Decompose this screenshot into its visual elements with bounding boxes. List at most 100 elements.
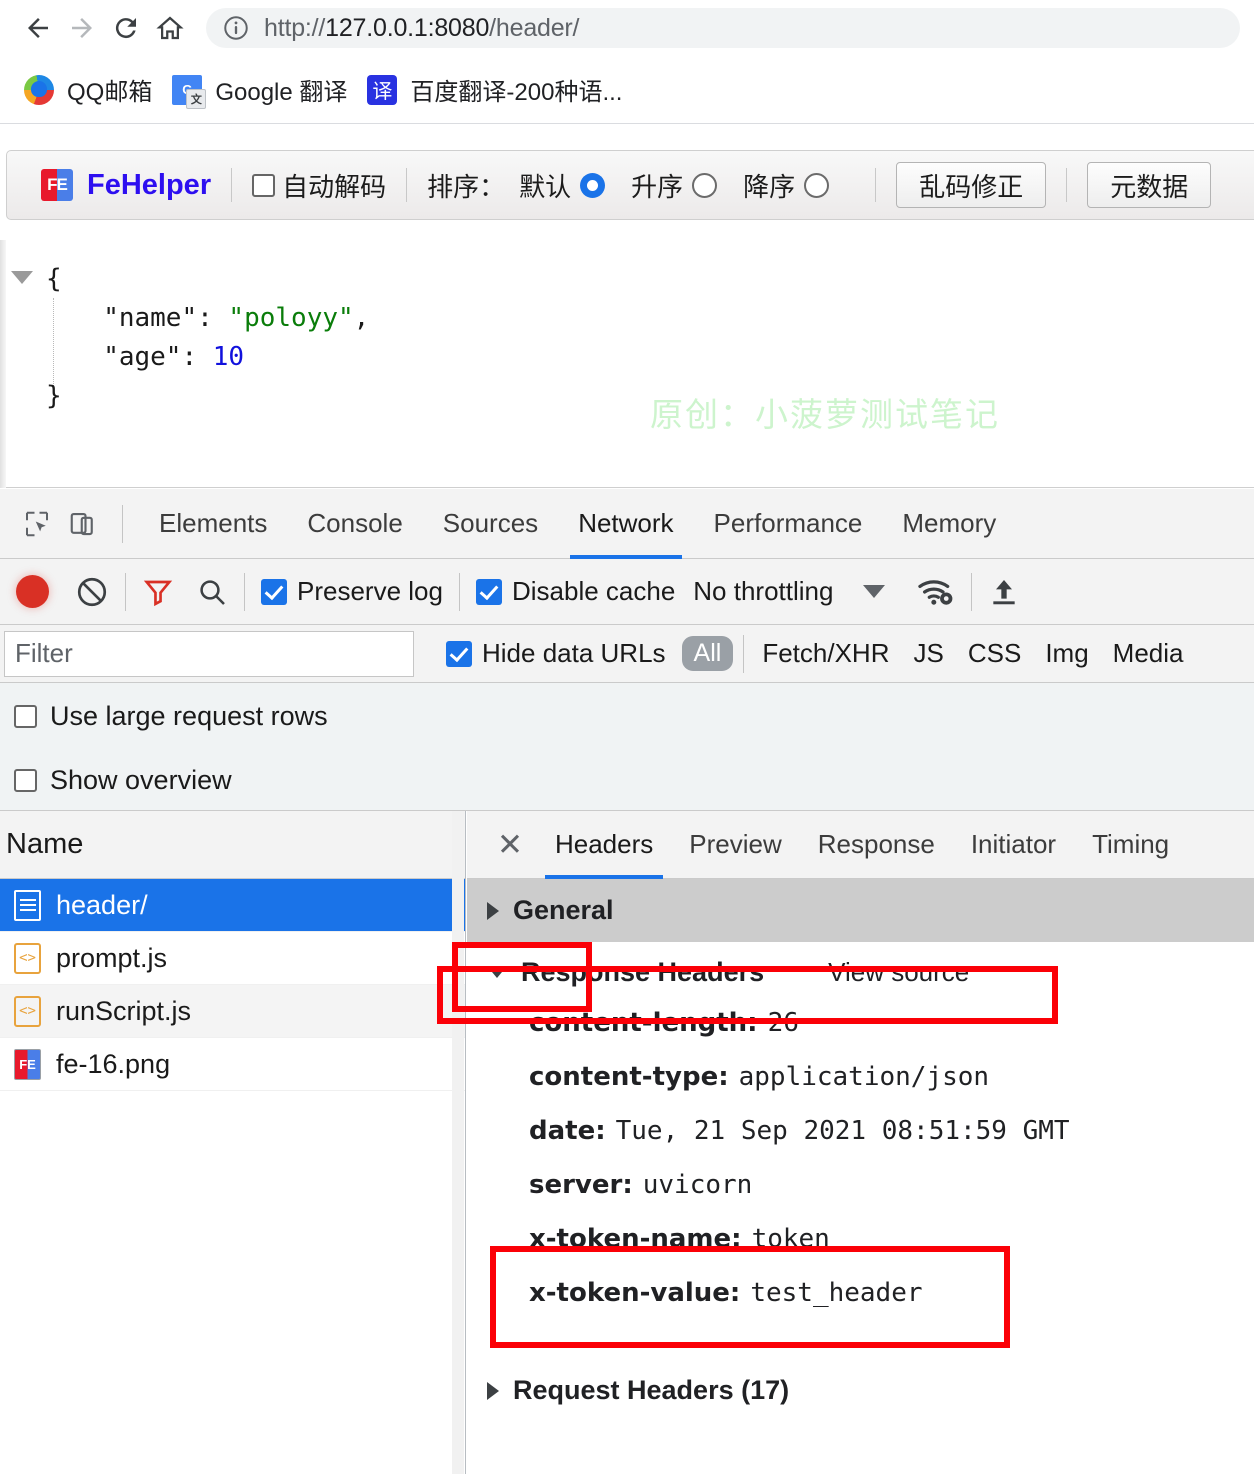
preserve-log-checkbox[interactable]: Preserve log bbox=[261, 576, 443, 607]
qq-mail-icon bbox=[24, 74, 54, 105]
bookmark-qq-mail[interactable]: QQ邮箱 bbox=[14, 66, 162, 114]
checkbox-box[interactable] bbox=[14, 769, 37, 792]
close-icon[interactable]: ✕ bbox=[483, 827, 537, 863]
filter-type-all[interactable]: All bbox=[681, 636, 734, 671]
triangle-down-icon[interactable] bbox=[11, 271, 33, 284]
request-list-scrollbar[interactable] bbox=[452, 811, 464, 1474]
address-bar[interactable]: http://127.0.0.1:8080/header/ bbox=[206, 8, 1240, 48]
tab-network[interactable]: Network bbox=[558, 489, 693, 559]
tab-preview[interactable]: Preview bbox=[671, 811, 799, 879]
json-value-name: "poloyy" bbox=[228, 303, 354, 333]
metadata-button[interactable]: 元数据 bbox=[1087, 162, 1212, 208]
triangle-right-icon bbox=[487, 901, 499, 920]
response-headers-title: Response Headers bbox=[521, 956, 765, 987]
device-toolbar-icon[interactable] bbox=[60, 501, 106, 547]
throttling-select[interactable]: No throttling bbox=[693, 576, 833, 607]
devtools-tabbar: Elements Console Sources Network Perform… bbox=[0, 489, 1254, 559]
response-headers-section-header[interactable]: Response Headers View source bbox=[467, 942, 1254, 1002]
back-button[interactable] bbox=[16, 6, 60, 50]
record-dot-icon[interactable] bbox=[16, 575, 49, 608]
use-large-rows-checkbox[interactable]: Use large request rows bbox=[14, 701, 328, 732]
use-large-rows-label: Use large request rows bbox=[50, 701, 328, 731]
request-row-prompt-js[interactable]: <> prompt.js bbox=[0, 932, 465, 985]
magnifier-icon[interactable] bbox=[196, 576, 228, 608]
request-row-runscript-js[interactable]: <> runScript.js bbox=[0, 985, 465, 1038]
reload-button[interactable] bbox=[104, 6, 148, 50]
hide-data-urls-checkbox[interactable]: Hide data URLs bbox=[446, 638, 666, 669]
hide-data-urls-label: Hide data URLs bbox=[482, 638, 666, 668]
header-name: content-length: bbox=[529, 1008, 758, 1038]
show-overview-checkbox[interactable]: Show overview bbox=[14, 765, 232, 796]
tab-performance[interactable]: Performance bbox=[694, 489, 883, 559]
chevron-down-icon[interactable] bbox=[863, 585, 886, 598]
radio-button[interactable] bbox=[580, 172, 606, 198]
bookmark-google-translate[interactable]: G Google 翻译 bbox=[162, 66, 357, 114]
home-button[interactable] bbox=[148, 6, 192, 50]
clear-prohibited-icon[interactable] bbox=[75, 575, 109, 609]
checkbox-box[interactable] bbox=[446, 640, 472, 667]
filter-type-fetch-xhr[interactable]: Fetch/XHR bbox=[750, 638, 901, 669]
tab-response[interactable]: Response bbox=[800, 811, 953, 879]
header-name: date: bbox=[529, 1116, 606, 1146]
general-section-header[interactable]: General bbox=[467, 879, 1254, 942]
json-content: { "name": "poloyy", "age": 10 } bbox=[46, 260, 369, 416]
bookmark-baidu-translate[interactable]: 译 百度翻译-200种语... bbox=[357, 66, 632, 114]
filter-input[interactable]: Filter bbox=[4, 630, 414, 677]
tab-memory[interactable]: Memory bbox=[882, 489, 1016, 559]
request-headers-section-header[interactable]: Request Headers (17) bbox=[487, 1375, 789, 1406]
show-overview-label: Show overview bbox=[50, 765, 232, 795]
checkbox-box[interactable] bbox=[261, 578, 287, 605]
tab-headers[interactable]: Headers bbox=[537, 811, 671, 879]
tab-elements[interactable]: Elements bbox=[139, 489, 287, 559]
fehelper-name: FeHelper bbox=[87, 168, 212, 201]
column-header-name: Name bbox=[6, 828, 84, 860]
inspect-cursor-icon[interactable] bbox=[14, 501, 60, 547]
json-key-age: "age" bbox=[103, 342, 182, 372]
filter-type-css[interactable]: CSS bbox=[956, 638, 1033, 669]
request-list-header: Name bbox=[0, 811, 465, 879]
upload-arrow-icon[interactable] bbox=[988, 576, 1020, 608]
sort-option-default[interactable]: 默认 bbox=[519, 167, 606, 204]
divider bbox=[122, 504, 123, 543]
checkbox-box[interactable] bbox=[475, 578, 502, 605]
forward-button[interactable] bbox=[60, 6, 104, 50]
tab-sources[interactable]: Sources bbox=[423, 489, 558, 559]
filter-type-media[interactable]: Media bbox=[1101, 638, 1196, 669]
request-row-fe-16-png[interactable]: FE fe-16.png bbox=[0, 1038, 465, 1091]
header-row: content-type: application/json bbox=[529, 1062, 1254, 1116]
tab-initiator[interactable]: Initiator bbox=[953, 811, 1074, 879]
filter-type-img[interactable]: Img bbox=[1033, 638, 1100, 669]
json-comma: , bbox=[353, 303, 370, 333]
tab-console[interactable]: Console bbox=[287, 489, 422, 559]
sort-option-descending[interactable]: 降序 bbox=[743, 167, 830, 204]
sort-option-label: 降序 bbox=[743, 171, 796, 202]
wifi-settings-icon[interactable] bbox=[917, 577, 955, 607]
bookmark-label: 百度翻译-200种语... bbox=[410, 79, 623, 106]
checkbox-box[interactable] bbox=[252, 173, 276, 197]
radio-button[interactable] bbox=[804, 172, 830, 198]
image-file-icon: FE bbox=[14, 1048, 41, 1080]
auto-decode-checkbox[interactable]: 自动解码 bbox=[252, 167, 386, 204]
divider bbox=[244, 572, 245, 611]
info-circle-icon[interactable] bbox=[222, 14, 250, 42]
divider bbox=[743, 634, 745, 673]
divider bbox=[971, 572, 973, 611]
disable-cache-checkbox[interactable]: Disable cache bbox=[475, 576, 675, 607]
request-name: runScript.js bbox=[56, 995, 192, 1026]
radio-button[interactable] bbox=[692, 172, 718, 198]
checkbox-box[interactable] bbox=[14, 705, 37, 728]
view-source-link[interactable]: View source bbox=[828, 957, 969, 988]
filter-type-js[interactable]: JS bbox=[902, 638, 956, 669]
json-brace-close: } bbox=[46, 381, 62, 411]
response-headers-list: content-length: 26 content-type: applica… bbox=[467, 1002, 1254, 1332]
request-row-header[interactable]: header/ bbox=[0, 879, 465, 932]
json-viewer: { "name": "poloyy", "age": 10 } bbox=[0, 240, 1254, 488]
auto-decode-label: 自动解码 bbox=[282, 171, 387, 202]
fehelper-toolbar: FE FeHelper 自动解码 排序： 默认 升序 降序 乱码修正 元数据 bbox=[6, 150, 1254, 220]
sort-option-ascending[interactable]: 升序 bbox=[631, 167, 718, 204]
funnel-icon[interactable] bbox=[142, 576, 174, 608]
bookmark-label: QQ邮箱 bbox=[67, 79, 153, 106]
fix-garbled-button[interactable]: 乱码修正 bbox=[896, 162, 1047, 208]
header-value: application/json bbox=[738, 1062, 990, 1092]
tab-timing[interactable]: Timing bbox=[1074, 811, 1187, 879]
